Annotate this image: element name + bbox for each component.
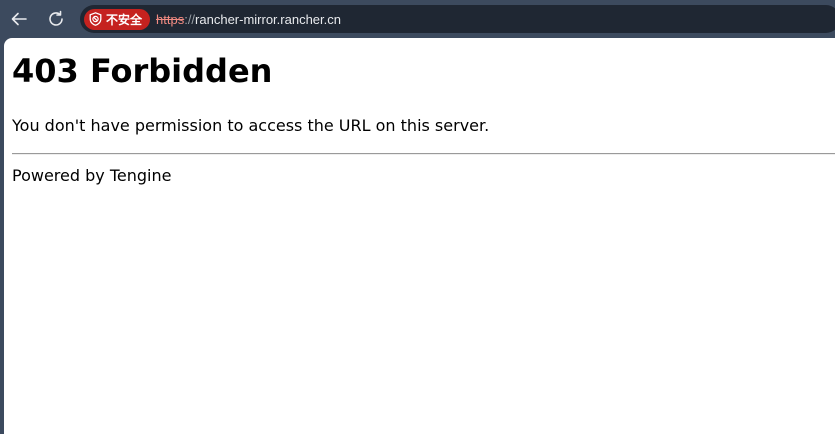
browser-toolbar: 不安全 https://rancher-mirror.rancher.cn bbox=[0, 0, 835, 38]
page-title: 403 Forbidden bbox=[12, 52, 273, 90]
shield-warning-icon bbox=[89, 12, 102, 26]
security-warning-chip[interactable]: 不安全 bbox=[84, 8, 151, 30]
url-text[interactable]: https://rancher-mirror.rancher.cn bbox=[156, 12, 341, 27]
address-bar[interactable]: 不安全 https://rancher-mirror.rancher.cn bbox=[80, 5, 835, 33]
url-scheme: https bbox=[156, 11, 185, 27]
reload-icon bbox=[49, 10, 63, 26]
page-content: 403 Forbidden You don't have permission … bbox=[4, 38, 835, 434]
security-warning-label: 不安全 bbox=[106, 12, 143, 27]
server-footer: Powered by Tengine bbox=[12, 166, 172, 185]
url-separator: :// bbox=[184, 11, 196, 27]
url-host: rancher-mirror.rancher.cn bbox=[195, 11, 341, 27]
reload-button[interactable] bbox=[41, 4, 71, 34]
divider bbox=[12, 153, 835, 155]
back-button[interactable] bbox=[4, 4, 34, 34]
error-message: You don't have permission to access the … bbox=[12, 116, 490, 135]
arrow-left-icon bbox=[11, 12, 27, 26]
